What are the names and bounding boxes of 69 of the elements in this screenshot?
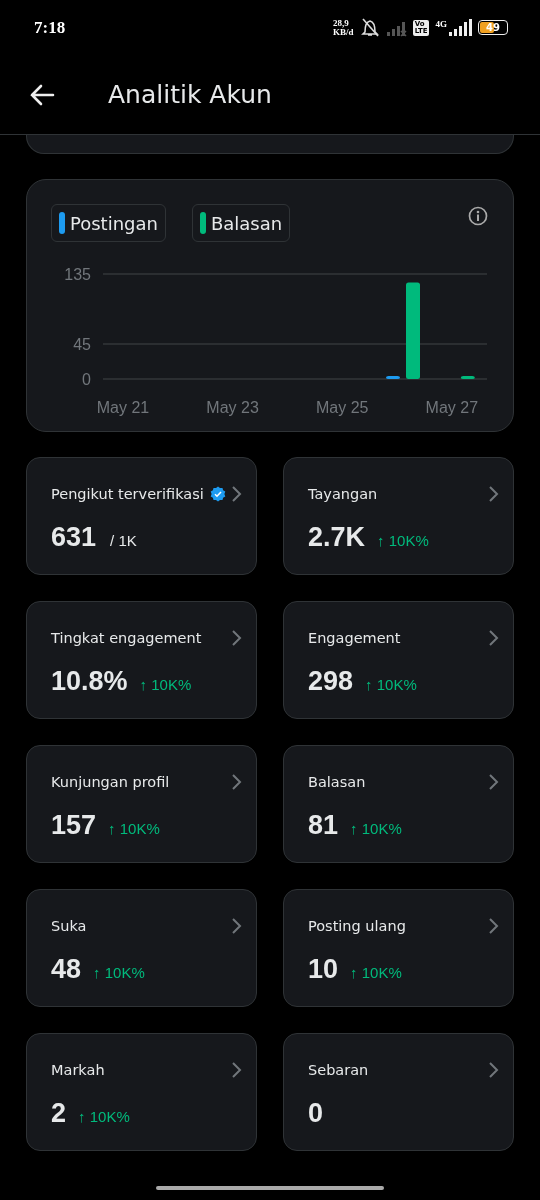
metric-value: 631: [51, 522, 97, 553]
x-axis-label: May 21: [96, 399, 150, 416]
bar: [460, 376, 475, 379]
metric-card[interactable]: Tayangan 2.7K ↑ 10K%: [283, 457, 514, 575]
signal-icon: [448, 19, 472, 36]
metric-card[interactable]: Sebaran 0: [283, 1033, 514, 1151]
metric-card[interactable]: Markah 2 ↑ 10K%: [26, 1033, 257, 1151]
legend-item[interactable]: Balasan: [191, 204, 291, 242]
chevron-right-icon: [488, 917, 499, 935]
metric-label: Sebaran: [308, 1062, 369, 1078]
metric-label: Markah: [51, 1062, 105, 1078]
chevron-right-icon: [488, 629, 499, 647]
metric-label: Posting ulang: [308, 918, 406, 934]
bell-muted-icon: [359, 17, 380, 38]
metric-value: 10.8%: [51, 666, 128, 697]
metric-card[interactable]: Suka 48 ↑ 10K%: [26, 889, 257, 1007]
metric-value: 10: [308, 954, 339, 985]
x-axis-label: May 25: [315, 399, 369, 416]
y-axis-label: 0: [82, 371, 91, 388]
metric-label: Pengikut terverifikasi: [51, 486, 204, 502]
metric-change: ↑ 10K%: [365, 676, 417, 693]
bar: [386, 376, 400, 379]
metric-change: ↑ 10K%: [377, 532, 429, 549]
page-title: Analitik Akun: [108, 80, 272, 109]
metric-label: Suka: [51, 918, 87, 934]
chevron-right-icon: [231, 485, 242, 503]
metric-label: Tingkat engagement: [51, 630, 202, 646]
metric-change: ↑ 10K%: [108, 820, 160, 837]
metric-label: Tayangan: [308, 486, 378, 502]
metric-change: ↑ 10K%: [93, 964, 145, 981]
metric-card[interactable]: Tingkat engagement 10.8% ↑ 10K%: [26, 601, 257, 719]
metric-card[interactable]: Balasan 81 ↑ 10K%: [283, 745, 514, 863]
network-type: 4G: [435, 19, 447, 29]
legend-item[interactable]: Postingan: [51, 204, 166, 242]
chevron-right-icon: [231, 773, 242, 791]
metric-value: 157: [51, 810, 97, 841]
x-axis-label: May 27: [425, 399, 479, 416]
metric-value: 0: [308, 1098, 324, 1129]
metric-card[interactable]: Engagement 298 ↑ 10K%: [283, 601, 514, 719]
metric-card[interactable]: Kunjungan profil 157 ↑ 10K%: [26, 745, 257, 863]
chevron-right-icon: [488, 773, 499, 791]
metric-card[interactable]: Posting ulang 10 ↑ 10K%: [283, 889, 514, 1007]
metric-value: 81: [308, 810, 339, 841]
metric-card[interactable]: Pengikut terverifikasi 631 / 1K: [26, 457, 257, 575]
data-rate-unit: KB/d: [333, 27, 354, 37]
chevron-right-icon: [231, 1061, 242, 1079]
metric-change: ↑ 10K%: [350, 820, 402, 837]
y-axis-label: 45: [73, 336, 91, 353]
metric-label: Balasan: [308, 774, 366, 790]
status-time: 7:18: [34, 17, 66, 38]
back-arrow-icon: [29, 82, 55, 107]
metric-value: 48: [51, 954, 82, 985]
metric-value: 2.7K: [308, 522, 366, 553]
metric-value: 298: [308, 666, 354, 697]
metric-value: 2: [51, 1098, 67, 1129]
data-rate: 28,9: [333, 18, 349, 28]
metric-change: ↑ 10K%: [139, 676, 192, 693]
chevron-right-icon: [231, 629, 242, 647]
chevron-right-icon: [488, 1061, 499, 1079]
metric-label: Kunjungan profil: [51, 774, 170, 790]
metric-goal: / 1K: [110, 532, 137, 549]
y-axis-label: 135: [64, 266, 91, 283]
info-icon: [468, 206, 488, 226]
chevron-right-icon: [231, 917, 242, 935]
metric-label: Engagement: [308, 630, 401, 646]
chevron-right-icon: [488, 485, 499, 503]
metric-change: ↑ 10K%: [350, 964, 402, 981]
metric-change: ↑ 10K%: [78, 1108, 130, 1125]
x-axis-label: May 23: [206, 399, 259, 416]
